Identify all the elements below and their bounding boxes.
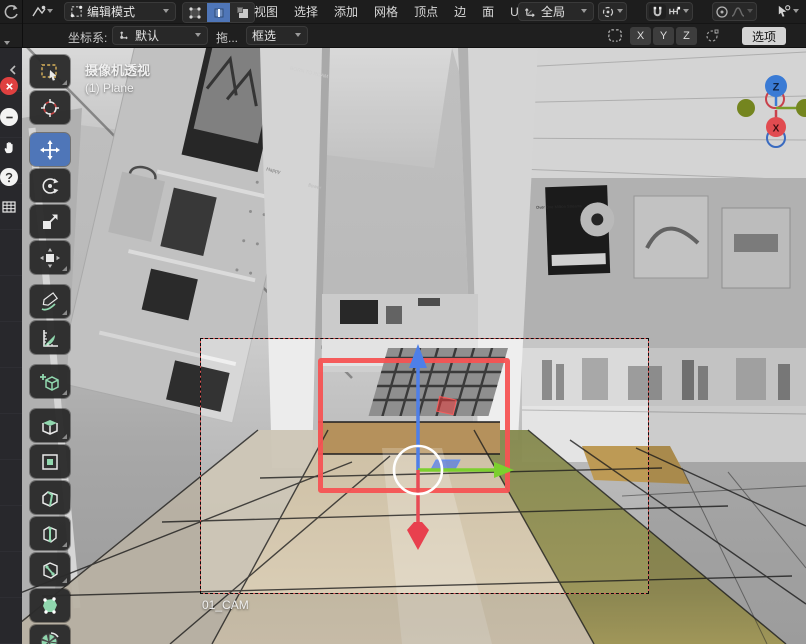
chevron-down-icon <box>683 8 690 15</box>
symmetry-z-toggle[interactable]: Z <box>676 27 697 45</box>
tool-extrude-region[interactable] <box>30 409 70 442</box>
menu-add[interactable]: 添加 <box>326 0 366 24</box>
coordinate-system-value: 默认 <box>135 27 191 44</box>
header-divider <box>22 24 23 48</box>
nav-y-ball[interactable] <box>737 99 755 117</box>
chevron-down-icon <box>747 8 754 15</box>
coordinate-system-dropdown[interactable]: 默认 <box>112 26 208 45</box>
proportional-edit-icon[interactable] <box>715 5 729 19</box>
camera-name-label: 01_CAM <box>202 598 249 612</box>
butterfly-symmetry-icon[interactable] <box>606 28 624 44</box>
tool-box-select[interactable] <box>30 55 70 88</box>
close-x-icon[interactable] <box>0 77 18 95</box>
tool-add-cube[interactable] <box>30 365 70 398</box>
menu-mesh[interactable]: 网格 <box>366 0 406 24</box>
tool-inset-faces[interactable] <box>30 445 70 478</box>
snap-controls <box>646 2 693 21</box>
chevron-down-icon <box>195 32 202 39</box>
menu-view[interactable]: 视图 <box>246 0 286 24</box>
cursor-orientation-icon <box>118 29 131 42</box>
gizmo-x-arrowhead[interactable] <box>407 522 429 550</box>
tool-measure[interactable] <box>30 321 70 354</box>
options-button[interactable]: 选项 <box>742 27 786 45</box>
box-select-mode-dropdown[interactable]: 框选 <box>246 26 308 45</box>
grid-icon[interactable] <box>0 198 18 216</box>
tool-loop-cut[interactable] <box>30 517 70 550</box>
edge-select-icon[interactable] <box>207 3 230 22</box>
gizmo-plane-xz[interactable] <box>437 396 457 414</box>
cursor-visibility-icon <box>776 4 791 19</box>
tool-poly-build[interactable] <box>30 589 70 622</box>
chevron-down-icon[interactable] <box>4 40 11 47</box>
symmetry-x-toggle[interactable]: X <box>630 27 651 45</box>
chevron-down-icon <box>793 8 800 15</box>
drag-label: 拖... <box>216 29 238 46</box>
pivot-point-icon <box>601 5 615 19</box>
transform-orientation-dropdown[interactable]: 全局 <box>518 2 594 21</box>
active-object-label: (1) Plane <box>85 81 134 95</box>
select-mode-buttons <box>182 2 255 23</box>
tool-transform[interactable] <box>30 241 70 274</box>
tool-bevel[interactable] <box>30 481 70 514</box>
tool-move[interactable] <box>30 133 70 166</box>
proportional-edit-controls <box>712 2 757 21</box>
chevron-down-icon <box>163 8 170 15</box>
vertex-select-icon[interactable] <box>183 3 206 22</box>
nav-x-label: X <box>773 124 780 135</box>
mode-selector-dropdown[interactable]: 编辑模式 <box>64 2 176 21</box>
nav-y2-ball[interactable] <box>796 99 806 117</box>
tool-settings-bar: 坐标系: 默认 拖... 框选 X Y Z 选项 <box>0 24 806 48</box>
snap-increment-icon[interactable] <box>668 5 681 18</box>
orientation-axes-icon <box>524 5 537 18</box>
tool-rotate[interactable] <box>30 169 70 202</box>
chevron-down-icon <box>295 32 302 39</box>
chevron-down-icon <box>47 8 54 15</box>
tool-cursor[interactable] <box>30 91 70 124</box>
collapse-chevron-icon[interactable] <box>8 64 18 76</box>
menubar: 视图 选择 添加 网格 顶点 边 面 UV <box>246 0 535 24</box>
menu-edge[interactable]: 边 <box>446 0 474 24</box>
viewport-header: 编辑模式 视图 选择 添加 网格 顶点 边 面 UV 全局 <box>0 0 806 24</box>
blender-window: 编辑模式 视图 选择 添加 网格 顶点 边 面 UV 全局 <box>0 0 806 644</box>
menu-select[interactable]: 选择 <box>286 0 326 24</box>
gizmo-visibility-dropdown[interactable] <box>774 2 802 21</box>
edit-mode-icon <box>70 5 83 18</box>
navigation-gizmo[interactable]: Z X <box>722 58 806 148</box>
chevron-down-icon <box>617 8 624 15</box>
left-edge-panel <box>0 48 22 644</box>
hand-icon[interactable] <box>0 138 18 156</box>
box-select-value: 框选 <box>252 27 291 44</box>
mode-label: 编辑模式 <box>87 3 159 20</box>
tool-annotate[interactable] <box>30 285 70 318</box>
chevron-down-icon <box>581 8 588 15</box>
minus-circle-icon[interactable] <box>0 108 18 126</box>
nav-z-label: Z <box>773 82 780 94</box>
orientation-label: 全局 <box>541 3 577 20</box>
move-gizmo[interactable] <box>318 278 558 568</box>
menu-face[interactable]: 面 <box>474 0 502 24</box>
gizmo-y-arrowhead[interactable] <box>494 462 514 478</box>
gizmo-z-arrowhead[interactable] <box>409 344 427 368</box>
dashed-circle-icon[interactable] <box>704 28 720 44</box>
header-divider <box>22 0 23 24</box>
tool-spin[interactable] <box>30 625 70 644</box>
editor-type-dropdown[interactable] <box>28 2 57 21</box>
question-icon[interactable] <box>0 168 18 186</box>
symmetry-y-toggle[interactable]: Y <box>653 27 674 45</box>
magnet-icon[interactable] <box>649 4 666 19</box>
tool-scale[interactable] <box>30 205 70 238</box>
pivot-point-dropdown[interactable] <box>598 2 627 21</box>
viewport-3d[interactable]: 摄像机透视 (1) Plane 01_CAM BORN TO ROAM Over… <box>22 48 806 644</box>
falloff-curve-icon[interactable] <box>731 5 745 19</box>
view-name-label: 摄像机透视 <box>85 60 150 79</box>
menu-vertex[interactable]: 顶点 <box>406 0 446 24</box>
coordinate-system-label: 坐标系: <box>68 29 107 46</box>
tool-knife[interactable] <box>30 553 70 586</box>
